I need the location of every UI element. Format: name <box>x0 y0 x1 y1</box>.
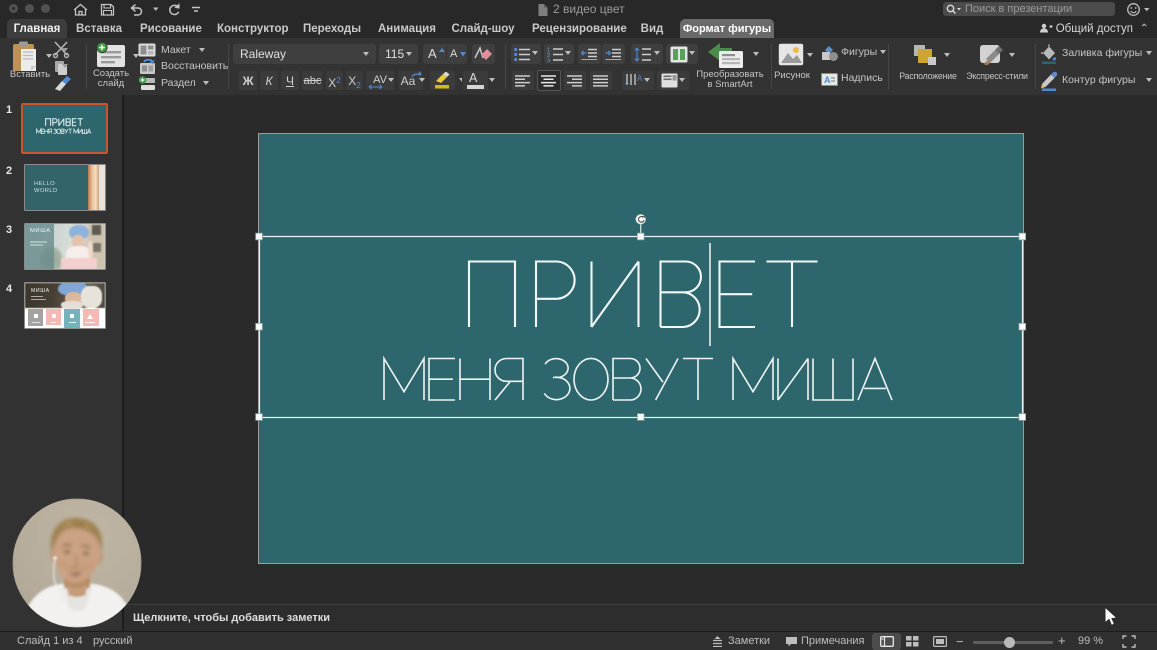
svg-text:A: A <box>824 75 831 85</box>
svg-text:A: A <box>637 74 643 83</box>
svg-text:3: 3 <box>547 59 550 63</box>
